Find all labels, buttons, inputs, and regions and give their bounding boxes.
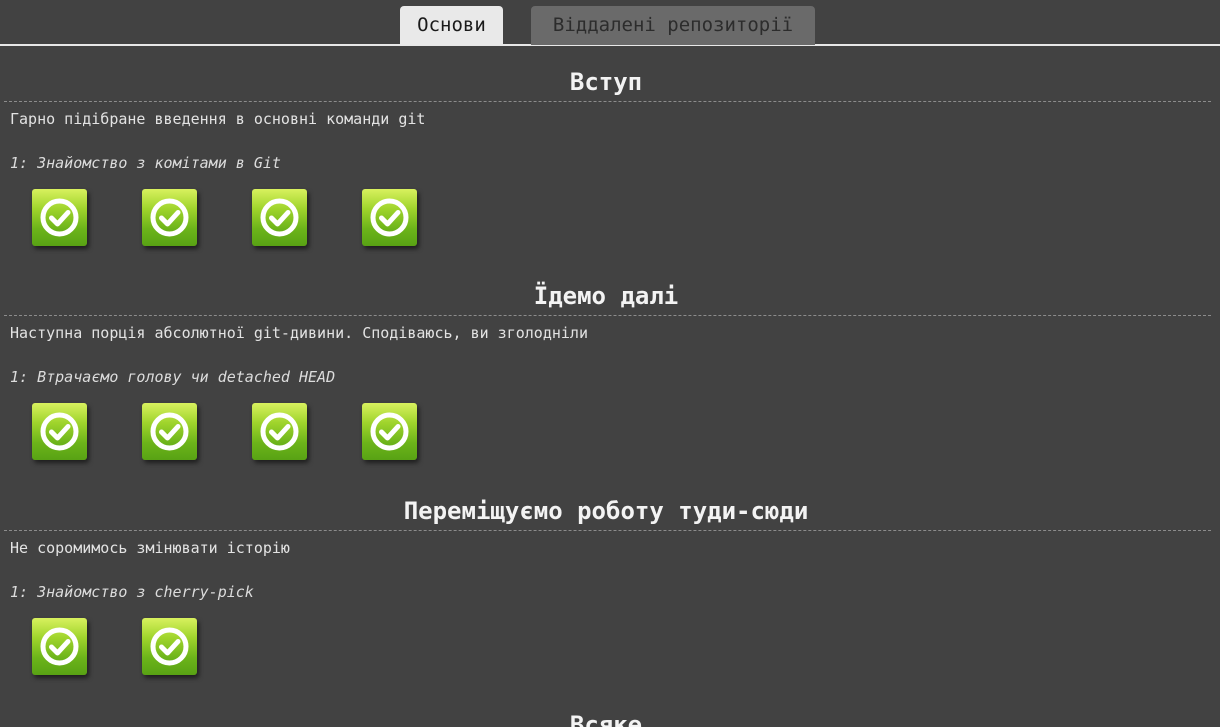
level-button-4[interactable] bbox=[362, 403, 417, 460]
tab-basics[interactable]: Основи bbox=[400, 6, 503, 45]
section-divider bbox=[4, 530, 1211, 531]
checkmark-icon bbox=[260, 412, 299, 451]
level-button-2[interactable] bbox=[142, 618, 197, 675]
checkmark-icon bbox=[150, 627, 189, 666]
level-button-2[interactable] bbox=[142, 189, 197, 246]
section-intro: Вступ Гарно підібране введення в основні… bbox=[0, 64, 1220, 269]
section-title: Всяке bbox=[569, 711, 643, 727]
checkmark-icon bbox=[40, 627, 79, 666]
checkmark-icon bbox=[40, 198, 79, 237]
checkmark-icon bbox=[260, 198, 299, 237]
checkmark-icon bbox=[370, 198, 409, 237]
checkmark-icon bbox=[150, 412, 189, 451]
level-button-1[interactable] bbox=[32, 618, 87, 675]
section-moving-on: Їдемо далі Наступна порція абсолютної gi… bbox=[0, 278, 1220, 483]
section-description: Не соромимось змінювати історію bbox=[10, 539, 290, 557]
level-name: 1: Знайомство з cherry-pick bbox=[10, 583, 254, 601]
section-title: Вступ bbox=[569, 68, 643, 96]
section-description: Гарно підібране введення в основні коман… bbox=[10, 110, 426, 128]
level-button-2[interactable] bbox=[142, 403, 197, 460]
section-misc: Всяке bbox=[0, 707, 1220, 727]
tab-remote-repositories[interactable]: Віддалені репозиторії bbox=[531, 6, 815, 45]
checkmark-icon bbox=[370, 412, 409, 451]
tab-bar: Основи Віддалені репозиторії bbox=[0, 0, 1220, 46]
level-name: 1: Втрачаємо голову чи detached HEAD bbox=[10, 368, 336, 386]
section-divider bbox=[4, 315, 1211, 316]
section-description: Наступна порція абсолютної git-дивини. С… bbox=[10, 324, 588, 342]
level-button-4[interactable] bbox=[362, 189, 417, 246]
section-title: Переміщуємо роботу туди-сюди bbox=[403, 497, 809, 525]
section-moving-work: Переміщуємо роботу туди-сюди Не соромимо… bbox=[0, 493, 1220, 698]
checkmark-icon bbox=[40, 412, 79, 451]
level-button-1[interactable] bbox=[32, 403, 87, 460]
level-name: 1: Знайомство з комітами в Git bbox=[10, 154, 281, 172]
level-button-1[interactable] bbox=[32, 189, 87, 246]
section-title: Їдемо далі bbox=[533, 282, 679, 310]
checkmark-icon bbox=[150, 198, 189, 237]
level-button-3[interactable] bbox=[252, 189, 307, 246]
level-button-3[interactable] bbox=[252, 403, 307, 460]
section-divider bbox=[4, 101, 1211, 102]
